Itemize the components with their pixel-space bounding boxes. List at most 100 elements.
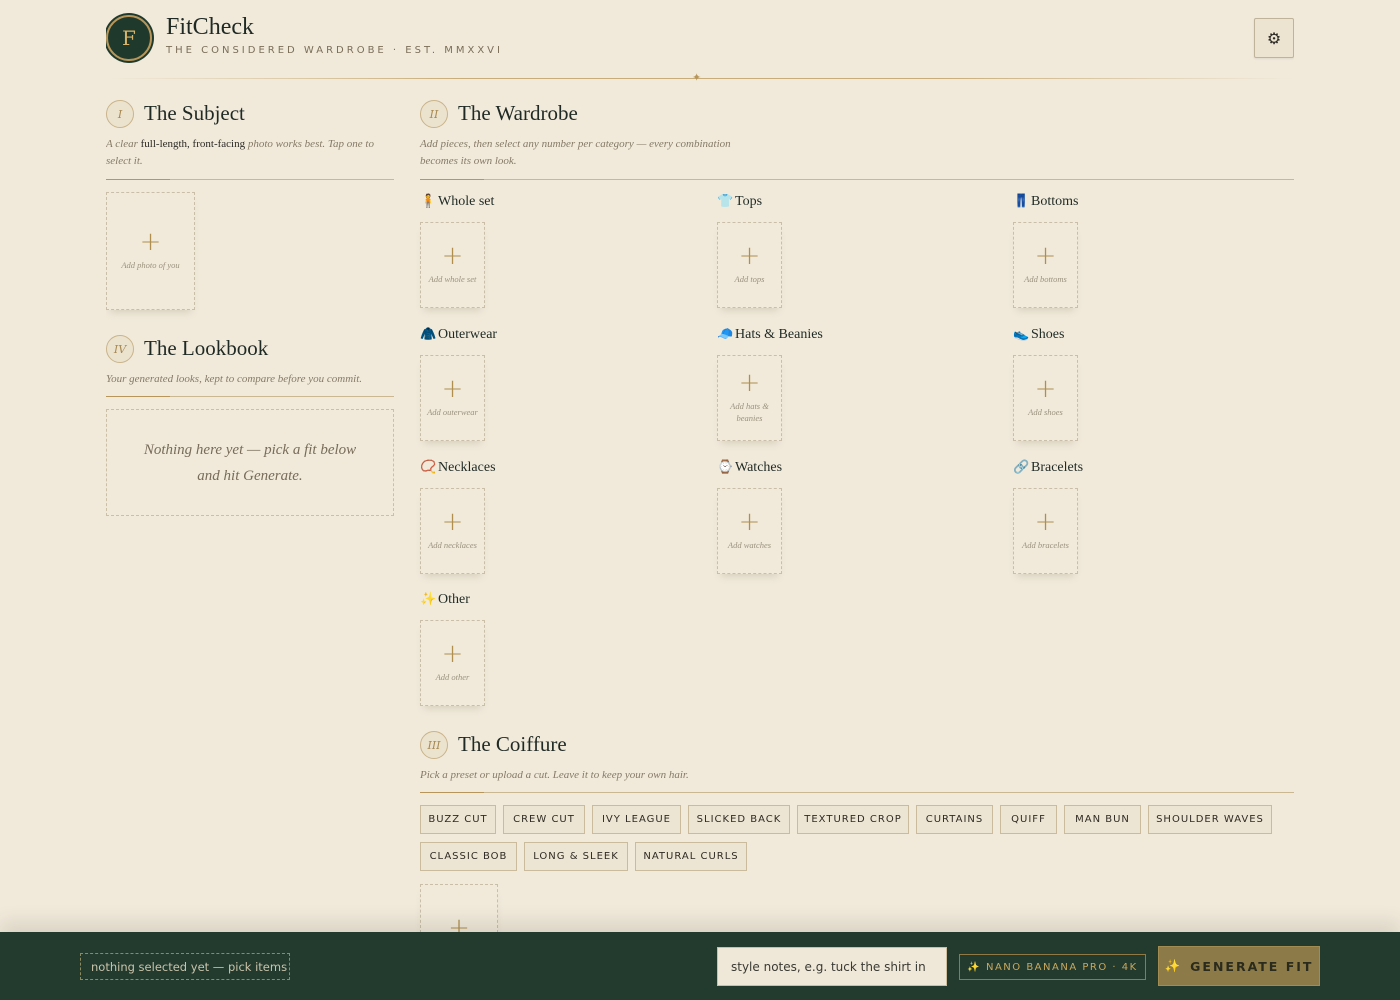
section-title: The Coiffure — [458, 732, 567, 756]
gear-icon: ⚙ — [1266, 28, 1282, 48]
subject-section: I The Subject A clear full-length, front… — [106, 100, 394, 315]
sparkles-icon: ✨ — [420, 592, 437, 607]
add-subject-photo-button[interactable]: + Add photo of you — [106, 192, 195, 310]
add-label: Add watches — [727, 540, 772, 550]
section-numeral: II — [420, 100, 448, 128]
section-title: The Wardrobe — [458, 101, 578, 125]
section-subtitle: Pick a preset or upload a cut. Leave it … — [420, 769, 689, 781]
logo-monogram: F — [106, 15, 152, 61]
sparkles-icon: ✨ — [1164, 958, 1183, 973]
add-shoes-button[interactable]: + Add shoes — [1013, 355, 1078, 441]
add-other-button[interactable]: + Add other — [420, 620, 485, 706]
plus-icon: + — [441, 374, 464, 404]
coat-icon: 🧥 — [420, 327, 437, 342]
section-subtitle: Your generated looks, kept to compare be… — [106, 373, 363, 385]
category-label: Bottoms — [1031, 194, 1079, 209]
hair-preset-chip[interactable]: CLASSIC BOB — [420, 842, 517, 871]
subtitle-emphasis: full-length, front-facing — [140, 138, 246, 150]
hair-preset-chip[interactable]: SHOULDER WAVES — [1148, 805, 1272, 834]
add-label: Add bottoms — [1024, 274, 1067, 284]
category-tops: 👕 Tops + Add tops — [717, 194, 977, 314]
category-outerwear: 🧥 Outerwear + Add outerwear — [420, 327, 680, 447]
model-selector-button[interactable]: ✨ NANO BANANA PRO · 4K — [959, 954, 1146, 980]
plus-icon: + — [139, 227, 162, 257]
add-label: Add necklaces — [428, 540, 477, 550]
generate-label: GENERATE FIT — [1190, 958, 1314, 974]
category-hats-beanies: 🧢 Hats & Beanies + Add hats & beanies — [717, 327, 977, 447]
app-header: F FitCheck THE CONSIDERED WARDROBE · EST… — [106, 14, 1294, 78]
main-page: F FitCheck THE CONSIDERED WARDROBE · EST… — [106, 0, 1294, 932]
hair-preset-chip[interactable]: LONG & SLEEK — [524, 842, 628, 871]
link-icon: 🔗 — [1013, 460, 1030, 475]
app-title: FitCheck — [166, 14, 254, 40]
section-rule — [420, 179, 1294, 180]
plus-icon: + — [738, 241, 761, 271]
section-title: The Lookbook — [144, 336, 269, 360]
settings-button[interactable]: ⚙ — [1254, 18, 1294, 58]
hair-preset-chip[interactable]: TEXTURED CROP — [797, 805, 909, 834]
section-rule-accent — [106, 396, 170, 397]
cap-icon: 🧢 — [717, 327, 734, 342]
add-label: Add whole set — [428, 274, 477, 284]
section-rule-accent — [420, 792, 484, 793]
category-shoes: 👟 Shoes + Add shoes — [1013, 327, 1273, 447]
hair-preset-chip[interactable]: SLICKED BACK — [688, 805, 790, 834]
lookbook-empty-state: Nothing here yet — pick a fit below and … — [106, 409, 394, 516]
add-bottoms-button[interactable]: + Add bottoms — [1013, 222, 1078, 308]
divider-ornament-icon: ✦ — [692, 71, 702, 84]
hair-preset-chip[interactable]: QUIFF — [1000, 805, 1057, 834]
category-whole-set: 🧍 Whole set + Add whole set — [420, 194, 680, 314]
section-rule-accent — [420, 179, 484, 180]
necklace-icon: 📿 — [420, 460, 437, 475]
category-label: Watches — [735, 460, 783, 475]
bottom-action-bar: nothing selected yet — pick items or ✨ N… — [0, 932, 1400, 1000]
app-tagline: THE CONSIDERED WARDROBE · EST. MMXXVI — [166, 45, 503, 56]
generate-fit-button[interactable]: ✨ GENERATE FIT — [1158, 946, 1320, 986]
add-label: Add other — [435, 672, 470, 682]
category-watches: ⌚ Watches + Add watches — [717, 460, 977, 580]
add-watches-button[interactable]: + Add watches — [717, 488, 782, 574]
add-label: Add shoes — [1028, 407, 1063, 417]
section-title: The Subject — [144, 101, 245, 125]
coiffure-section: III The Coiffure Pick a preset or upload… — [420, 731, 1294, 932]
category-label: Outerwear — [438, 327, 498, 342]
add-label: Add bracelets — [1022, 540, 1069, 550]
hair-preset-chip[interactable]: BUZZ CUT — [420, 805, 496, 834]
plus-icon: + — [441, 639, 464, 669]
watch-icon: ⌚ — [717, 460, 734, 475]
section-numeral: IV — [106, 335, 134, 363]
hair-preset-chip[interactable]: MAN BUN — [1064, 805, 1141, 834]
add-bracelets-button[interactable]: + Add bracelets — [1013, 488, 1078, 574]
section-numeral: III — [420, 731, 448, 759]
person-icon: 🧍 — [420, 194, 437, 209]
plus-icon: + — [441, 507, 464, 537]
empty-state-line: and hit Generate. — [197, 467, 303, 484]
section-numeral: I — [106, 100, 134, 128]
style-notes-input[interactable] — [717, 947, 947, 986]
hair-preset-chip[interactable]: CURTAINS — [916, 805, 993, 834]
add-hats-beanies-button[interactable]: + Add hats & beanies — [717, 355, 782, 441]
selection-status: nothing selected yet — pick items or — [80, 953, 290, 980]
hair-preset-chip[interactable]: CREW CUT — [503, 805, 585, 834]
add-necklaces-button[interactable]: + Add necklaces — [420, 488, 485, 574]
hair-preset-chip[interactable]: NATURAL CURLS — [635, 842, 747, 871]
empty-state-line: Nothing here yet — pick a fit below — [143, 441, 357, 458]
add-label: Add tops — [734, 274, 765, 284]
shirt-icon: 👕 — [717, 194, 734, 209]
category-necklaces: 📿 Necklaces + Add necklaces — [420, 460, 680, 580]
section-rule — [420, 792, 1294, 793]
category-label: Whole set — [438, 194, 495, 209]
hair-preset-chip[interactable]: IVY LEAGUE — [592, 805, 681, 834]
add-outerwear-button[interactable]: + Add outerwear — [420, 355, 485, 441]
section-subtitle: Add pieces, then select any number per c… — [420, 138, 731, 167]
category-other: ✨ Other + Add other — [420, 592, 680, 712]
subtitle-text: A clear — [106, 138, 141, 150]
plus-icon: + — [1034, 241, 1057, 271]
category-bracelets: 🔗 Bracelets + Add bracelets — [1013, 460, 1273, 580]
add-whole-set-button[interactable]: + Add whole set — [420, 222, 485, 308]
plus-icon: + — [738, 368, 761, 398]
upload-haircut-button[interactable]: + — [420, 884, 498, 932]
plus-icon: + — [738, 507, 761, 537]
add-label: Add outerwear — [427, 407, 478, 417]
add-tops-button[interactable]: + Add tops — [717, 222, 782, 308]
